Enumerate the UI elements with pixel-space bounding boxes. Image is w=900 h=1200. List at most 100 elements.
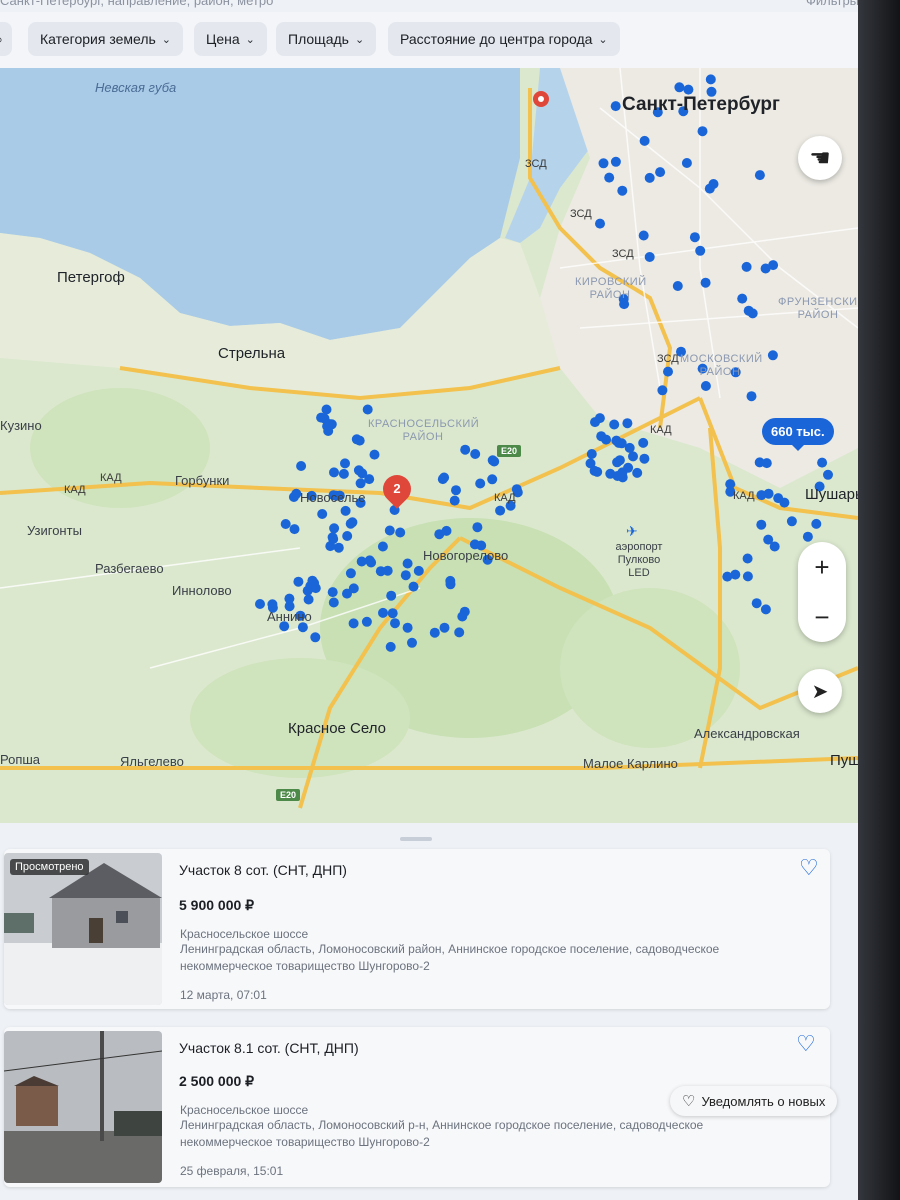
listing-marker[interactable] bbox=[327, 587, 338, 598]
listing-marker[interactable] bbox=[386, 590, 397, 601]
listing-marker[interactable] bbox=[303, 594, 314, 605]
listing-marker[interactable] bbox=[255, 599, 265, 609]
listing-marker[interactable] bbox=[638, 230, 649, 241]
listing-card[interactable]: Просмотрено Участок 8 сот. (СНТ, ДНП) 5 … bbox=[4, 849, 830, 1009]
listing-marker[interactable] bbox=[387, 608, 398, 619]
listing-marker[interactable] bbox=[767, 350, 778, 361]
listing-marker[interactable] bbox=[355, 478, 366, 489]
listing-marker[interactable] bbox=[402, 558, 413, 569]
locate-me-button[interactable]: ➤ bbox=[798, 669, 842, 713]
listing-marker[interactable] bbox=[811, 518, 822, 529]
listing-marker[interactable] bbox=[681, 158, 692, 168]
listing-marker[interactable] bbox=[756, 490, 767, 501]
listing-marker[interactable] bbox=[700, 277, 711, 288]
listing-marker[interactable] bbox=[590, 417, 600, 428]
listing-marker[interactable] bbox=[329, 467, 339, 478]
listing-marker[interactable] bbox=[655, 167, 666, 178]
listing-marker[interactable] bbox=[617, 185, 628, 196]
listing-marker[interactable] bbox=[586, 449, 597, 459]
listing-marker[interactable] bbox=[378, 607, 388, 618]
listing-marker[interactable] bbox=[361, 616, 372, 627]
listing-marker[interactable] bbox=[695, 245, 706, 256]
listing-marker[interactable] bbox=[761, 458, 772, 469]
listing-marker[interactable] bbox=[742, 571, 753, 582]
listing-marker[interactable] bbox=[325, 541, 336, 552]
listing-marker[interactable] bbox=[451, 485, 461, 496]
favorite-heart-icon[interactable]: ♡ bbox=[796, 1031, 816, 1057]
listing-marker[interactable] bbox=[475, 478, 486, 489]
listing-marker[interactable] bbox=[598, 158, 609, 169]
listing-marker[interactable] bbox=[610, 101, 621, 112]
listing-marker[interactable] bbox=[614, 455, 625, 466]
listing-marker[interactable] bbox=[768, 260, 779, 271]
listing-marker[interactable] bbox=[454, 627, 465, 638]
listing-marker[interactable] bbox=[402, 622, 413, 633]
listing-marker[interactable] bbox=[754, 170, 765, 181]
favorite-heart-icon[interactable]: ♡ bbox=[799, 855, 819, 881]
listing-marker[interactable] bbox=[328, 597, 339, 608]
listing-marker[interactable] bbox=[769, 541, 780, 552]
pan-mode-button[interactable]: ☚ bbox=[798, 136, 842, 180]
listing-marker[interactable] bbox=[747, 308, 758, 319]
listing-marker[interactable] bbox=[280, 519, 291, 529]
listing-marker[interactable] bbox=[362, 404, 373, 415]
listing-marker[interactable] bbox=[639, 135, 650, 146]
listing-marker[interactable] bbox=[623, 462, 634, 473]
listing-marker[interactable] bbox=[323, 426, 334, 436]
listing-marker[interactable] bbox=[741, 261, 752, 272]
listing-marker[interactable] bbox=[760, 604, 771, 615]
listing-marker[interactable] bbox=[384, 525, 395, 536]
listing-marker[interactable] bbox=[674, 82, 685, 93]
listing-marker[interactable] bbox=[296, 461, 307, 471]
listing-marker[interactable] bbox=[267, 599, 278, 610]
location-line[interactable]: Санкт-Петербург, направление, район, мет… bbox=[0, 0, 273, 9]
listing-marker[interactable] bbox=[624, 442, 635, 453]
listing-marker[interactable] bbox=[289, 524, 300, 535]
listing-marker[interactable] bbox=[700, 381, 711, 391]
listing-marker[interactable] bbox=[487, 474, 498, 485]
listing-title[interactable]: Участок 8 сот. (СНТ, ДНП) bbox=[179, 862, 347, 878]
search-button[interactable]: ⌕ bbox=[0, 22, 12, 56]
listing-marker[interactable] bbox=[293, 576, 304, 587]
listing-marker[interactable] bbox=[348, 618, 359, 629]
listing-marker[interactable] bbox=[472, 522, 483, 533]
listing-marker[interactable] bbox=[644, 172, 655, 183]
listing-marker[interactable] bbox=[708, 179, 719, 189]
listing-marker[interactable] bbox=[746, 391, 757, 402]
listing-marker[interactable] bbox=[610, 156, 621, 167]
filter-land-category[interactable]: Категория земель ⌄ bbox=[28, 22, 184, 56]
listing-marker[interactable] bbox=[786, 516, 797, 527]
listing-marker[interactable] bbox=[737, 293, 748, 304]
listing-marker[interactable] bbox=[460, 444, 471, 455]
listing-marker[interactable] bbox=[345, 568, 356, 579]
map[interactable]: Невская губа Санкт-Петербург Петергоф Ст… bbox=[0, 68, 858, 823]
listing-marker[interactable] bbox=[638, 437, 649, 448]
listing-marker[interactable] bbox=[364, 555, 375, 566]
listing-marker[interactable] bbox=[751, 598, 762, 609]
listing-marker[interactable] bbox=[697, 126, 708, 137]
filter-distance[interactable]: Расстояние до центра города ⌄ bbox=[388, 22, 620, 56]
listing-marker[interactable] bbox=[408, 581, 419, 592]
listing-marker[interactable] bbox=[596, 431, 607, 442]
cluster-marker[interactable]: 2 bbox=[377, 469, 417, 509]
listing-marker[interactable] bbox=[705, 74, 716, 85]
listing-marker[interactable] bbox=[429, 627, 440, 638]
listing-marker[interactable] bbox=[347, 517, 358, 528]
listing-marker[interactable] bbox=[351, 434, 362, 445]
listing-marker[interactable] bbox=[342, 531, 353, 541]
listing-marker[interactable] bbox=[400, 570, 411, 581]
listing-marker[interactable] bbox=[495, 505, 506, 516]
listing-marker[interactable] bbox=[628, 451, 638, 462]
listing-marker[interactable] bbox=[413, 565, 424, 576]
listing-photo[interactable]: Просмотрено bbox=[4, 853, 162, 1005]
listing-marker[interactable] bbox=[489, 456, 500, 467]
listing-marker[interactable] bbox=[663, 366, 673, 377]
listing-photo[interactable] bbox=[4, 1031, 162, 1183]
listing-marker[interactable] bbox=[321, 404, 332, 415]
listing-marker[interactable] bbox=[779, 497, 790, 508]
listing-marker[interactable] bbox=[802, 531, 813, 542]
listing-marker[interactable] bbox=[742, 553, 753, 564]
listing-marker[interactable] bbox=[644, 252, 655, 262]
listing-marker[interactable] bbox=[617, 472, 628, 483]
listing-marker[interactable] bbox=[756, 519, 767, 530]
